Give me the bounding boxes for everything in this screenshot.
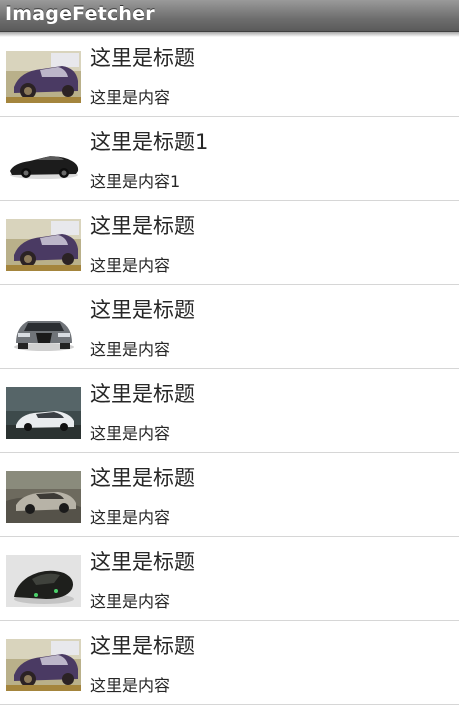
- car-thumbnail-image: [6, 219, 81, 271]
- list-item[interactable]: 这里是标题 这里是内容: [0, 201, 459, 285]
- car-thumbnail-image: [6, 555, 81, 607]
- item-title: 这里是标题: [90, 466, 195, 490]
- item-content: 这里是内容1: [90, 172, 181, 191]
- car-thumbnail-image: [6, 471, 81, 523]
- list-item[interactable]: 这里是标题 这里是内容: [0, 369, 459, 453]
- item-title: 这里是标题: [90, 550, 195, 574]
- item-title: 这里是标题: [90, 46, 195, 70]
- item-content: 这里是内容: [90, 340, 171, 359]
- car-thumbnail-image: [6, 135, 81, 187]
- item-content: 这里是内容: [90, 592, 171, 611]
- item-content: 这里是内容: [90, 88, 171, 107]
- item-title: 这里是标题1: [90, 130, 209, 154]
- list-item[interactable]: 这里是标题 这里是内容: [0, 285, 459, 369]
- list-item[interactable]: 这里是标题 这里是内容: [0, 33, 459, 117]
- item-content: 这里是内容: [90, 256, 171, 275]
- car-thumbnail-image: [6, 51, 81, 103]
- item-title: 这里是标题: [90, 382, 195, 406]
- list-item[interactable]: 这里是标题 这里是内容: [0, 453, 459, 537]
- item-title: 这里是标题: [90, 634, 195, 658]
- list-item[interactable]: 这里是标题 这里是内容: [0, 537, 459, 621]
- list-item[interactable]: 这里是标题 这里是内容: [0, 621, 459, 705]
- car-thumbnail-image: [6, 303, 81, 355]
- car-thumbnail-image: [6, 639, 81, 691]
- image-list[interactable]: 这里是标题 这里是内容 这里是标题1 这里是内容1 这里是标题 这里是内容 这里…: [0, 33, 459, 705]
- item-title: 这里是标题: [90, 214, 195, 238]
- app-title: ImageFetcher: [5, 3, 155, 25]
- title-bar: ImageFetcher: [0, 0, 459, 32]
- item-content: 这里是内容: [90, 508, 171, 527]
- item-content: 这里是内容: [90, 424, 171, 443]
- item-title: 这里是标题: [90, 298, 195, 322]
- car-thumbnail-image: [6, 387, 81, 439]
- list-item[interactable]: 这里是标题1 这里是内容1: [0, 117, 459, 201]
- item-content: 这里是内容: [90, 676, 171, 695]
